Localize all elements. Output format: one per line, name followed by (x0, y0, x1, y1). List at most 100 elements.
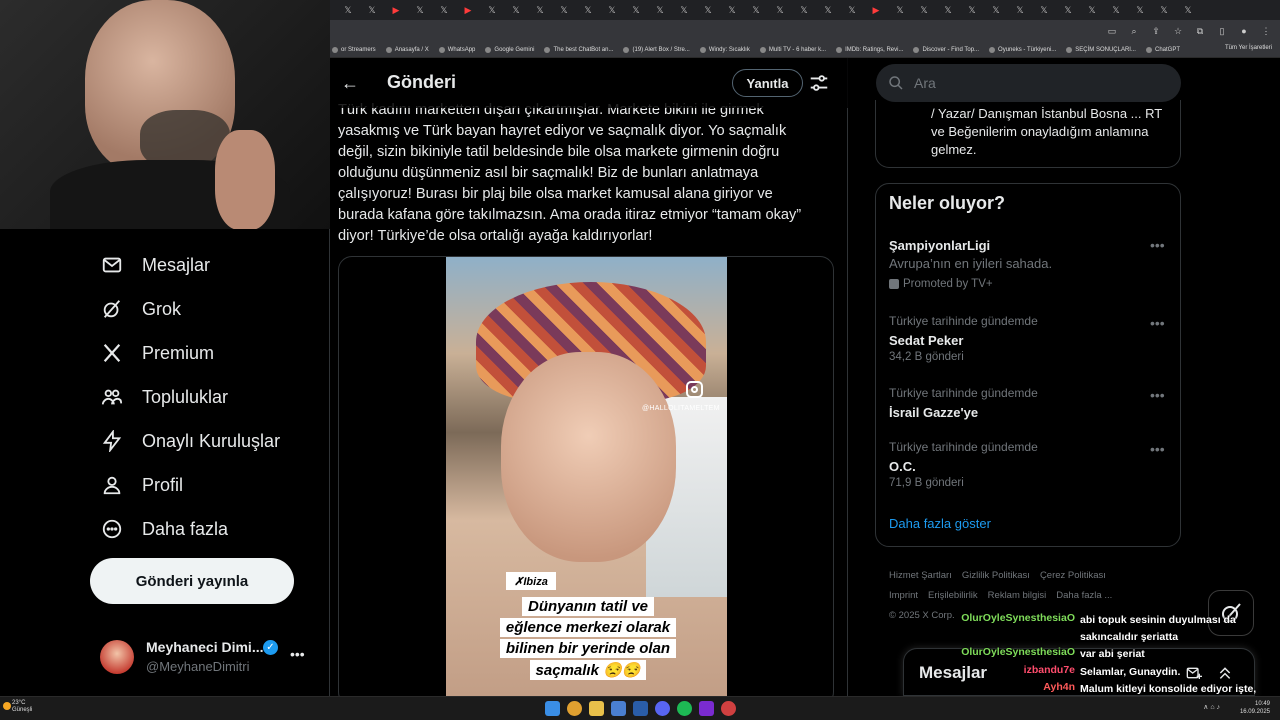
bookmark-item[interactable]: Multi TV - 6 haber k... (759, 46, 826, 53)
bookmark-item[interactable]: Discover - Find Top... (913, 46, 979, 53)
browser-tab[interactable]: 𝕏 (504, 2, 528, 18)
clock[interactable]: 10:49 16.09.2025 (1240, 700, 1270, 716)
chrome-icon[interactable] (567, 701, 582, 716)
browser-tab[interactable]: 𝕏 (576, 2, 600, 18)
browser-tab[interactable]: 𝕏 (1080, 2, 1104, 18)
nav-item-onaylı-kuruluşlar[interactable]: Onaylı Kuruluşlar (100, 429, 280, 453)
browser-tab[interactable]: 𝕏 (960, 2, 984, 18)
start-icon[interactable] (545, 701, 560, 716)
share-icon[interactable]: ⇪ (1150, 25, 1162, 37)
expand-chevron-icon[interactable] (1217, 665, 1233, 681)
browser-tab-strip[interactable]: 𝕏 𝕏 ▶ 𝕏 𝕏 ▶ 𝕏 𝕏 𝕏 𝕏 𝕏 𝕏 𝕏 𝕏 𝕏 𝕏 𝕏 𝕏 𝕏 𝕏 𝕏 𝕏 ▶ 𝕏 𝕏 𝕏 𝕏 𝕏 𝕏 𝕏 𝕏 𝕏 𝕏 𝕏 𝕏 𝕏 (330, 0, 1280, 20)
browser-tab[interactable]: 𝕏 (552, 2, 576, 18)
browser-tab[interactable]: 𝕏 (408, 2, 432, 18)
obs-icon[interactable] (699, 701, 714, 716)
profile-name[interactable]: Meyhaneci Dimi... (146, 639, 263, 655)
trend-item[interactable]: İsrail Gazze'ye (889, 405, 978, 420)
footer-link[interactable]: Imprint (889, 590, 918, 601)
browser-tab[interactable]: 𝕏 (624, 2, 648, 18)
trend-item[interactable]: Sedat Peker (889, 333, 963, 348)
app-icon[interactable] (611, 701, 626, 716)
nav-item-profil[interactable]: Profil (100, 473, 183, 497)
browser-tab[interactable]: 𝕏 (432, 2, 456, 18)
reply-button[interactable]: Yanıtla (732, 69, 803, 97)
trend-item[interactable]: O.C. (889, 459, 916, 474)
bookmark-item[interactable]: or Streamers (332, 46, 376, 53)
browser-tab[interactable]: 𝕏 (1176, 2, 1200, 18)
browser-tab[interactable]: 𝕏 (720, 2, 744, 18)
browser-tab[interactable]: 𝕏 (1104, 2, 1128, 18)
cast-icon[interactable]: ▭ (1106, 25, 1118, 37)
discord-icon[interactable] (655, 701, 670, 716)
filter-icon[interactable] (808, 72, 830, 94)
browser-tab[interactable]: 𝕏 (336, 2, 360, 18)
browser-tab[interactable]: 𝕏 (1008, 2, 1032, 18)
system-tray[interactable]: ∧ ⌂ ♪ (1203, 703, 1220, 711)
bookmark-item[interactable]: WhatsApp (438, 46, 475, 53)
footer-link[interactable]: Hizmet Şartları (889, 570, 952, 581)
footer-link[interactable]: Gizlilik Politikası (962, 570, 1030, 581)
browser-tab[interactable]: 𝕏 (672, 2, 696, 18)
browser-tab[interactable]: 𝕏 (936, 2, 960, 18)
browser-tab[interactable]: 𝕏 (744, 2, 768, 18)
footer-link[interactable]: Reklam bilgisi (988, 590, 1047, 601)
weather-widget[interactable]: 23°C Güneşli (12, 700, 32, 714)
search-box[interactable] (876, 64, 1181, 102)
browser-tab[interactable]: 𝕏 (792, 2, 816, 18)
browser-tab[interactable]: 𝕏 (528, 2, 552, 18)
browser-tab[interactable]: 𝕏 (1032, 2, 1056, 18)
browser-tab[interactable]: 𝕏 (984, 2, 1008, 18)
trend-more-icon[interactable]: ••• (1150, 387, 1165, 403)
nav-item-topluluklar[interactable]: Topluluklar (100, 385, 228, 409)
browser-tab[interactable]: 𝕏 (696, 2, 720, 18)
browser-tab[interactable]: 𝕏 (912, 2, 936, 18)
bookmark-item[interactable]: SEÇİM SONUÇLARI... (1066, 46, 1136, 53)
zoom-icon[interactable]: ⌕ (1128, 25, 1140, 37)
bookmark-item[interactable]: IMDb: Ratings, Revi... (836, 46, 903, 53)
browser-tab[interactable]: 𝕏 (768, 2, 792, 18)
bookmark-item[interactable]: (19) Alert Box / Stre... (623, 46, 690, 53)
trend-item[interactable]: ŞampiyonlarLigi (889, 238, 990, 253)
bookmark-item[interactable]: Oyuneks - Türkiyeni... (989, 46, 1056, 53)
folder-icon[interactable] (589, 701, 604, 716)
bookmarks-folder[interactable]: Tüm Yer İşaretleri (1225, 45, 1272, 51)
profile-more-icon[interactable]: ••• (290, 646, 305, 662)
nav-item-premium[interactable]: Premium (100, 341, 214, 365)
back-arrow-icon[interactable]: ← (338, 71, 362, 95)
extensions-icon[interactable]: ⧉ (1194, 25, 1206, 37)
nav-item-mesajlar[interactable]: Mesajlar (100, 253, 210, 277)
footer-link[interactable]: Çerez Politikası (1040, 570, 1106, 581)
messages-drawer-title[interactable]: Mesajlar (919, 663, 987, 683)
browser-tab[interactable]: 𝕏 (360, 2, 384, 18)
browser-tab[interactable]: 𝕏 (648, 2, 672, 18)
bookmark-item[interactable]: Anasayfa / X (385, 46, 429, 53)
nav-item-daha-fazla[interactable]: Daha fazla (100, 517, 228, 541)
footer-link[interactable]: Daha fazla ... (1056, 590, 1112, 601)
browser-tab[interactable]: ▶ (456, 2, 480, 18)
search-input[interactable] (914, 75, 1154, 91)
avatar[interactable] (100, 640, 134, 674)
show-more-link[interactable]: Daha fazla göster (889, 516, 991, 531)
profile-icon[interactable]: ● (1238, 25, 1250, 37)
browser-tab[interactable]: 𝕏 (480, 2, 504, 18)
bookmark-item[interactable]: Windy: Sıcaklık (699, 46, 750, 53)
star-icon[interactable]: ☆ (1172, 25, 1184, 37)
trend-more-icon[interactable]: ••• (1150, 441, 1165, 457)
steam-icon[interactable] (633, 701, 648, 716)
nav-item-grok[interactable]: Grok (100, 297, 181, 321)
sidepanel-icon[interactable]: ▯ (1216, 25, 1228, 37)
bookmark-item[interactable]: The best ChatBot an... (544, 46, 613, 53)
menu-icon[interactable]: ⋮ (1260, 25, 1272, 37)
tweet-video[interactable]: @HALLOLITAMELTEM ✗Ibiza Dünyanın tatil v… (446, 257, 727, 696)
trend-more-icon[interactable]: ••• (1150, 315, 1165, 331)
browser-tab[interactable]: 𝕏 (1152, 2, 1176, 18)
footer-link[interactable]: Erişilebilirlik (928, 590, 978, 601)
spotify-icon[interactable] (677, 701, 692, 716)
bookmark-item[interactable]: Google Gemini (485, 46, 534, 53)
browser-tab[interactable]: 𝕏 (840, 2, 864, 18)
post-button[interactable]: Gönderi yayınla (90, 558, 294, 604)
trend-more-icon[interactable]: ••• (1150, 237, 1165, 253)
compose-message-icon[interactable] (1186, 665, 1202, 681)
browser-tab[interactable]: 𝕏 (816, 2, 840, 18)
browser-tab[interactable]: ▶ (864, 2, 888, 18)
